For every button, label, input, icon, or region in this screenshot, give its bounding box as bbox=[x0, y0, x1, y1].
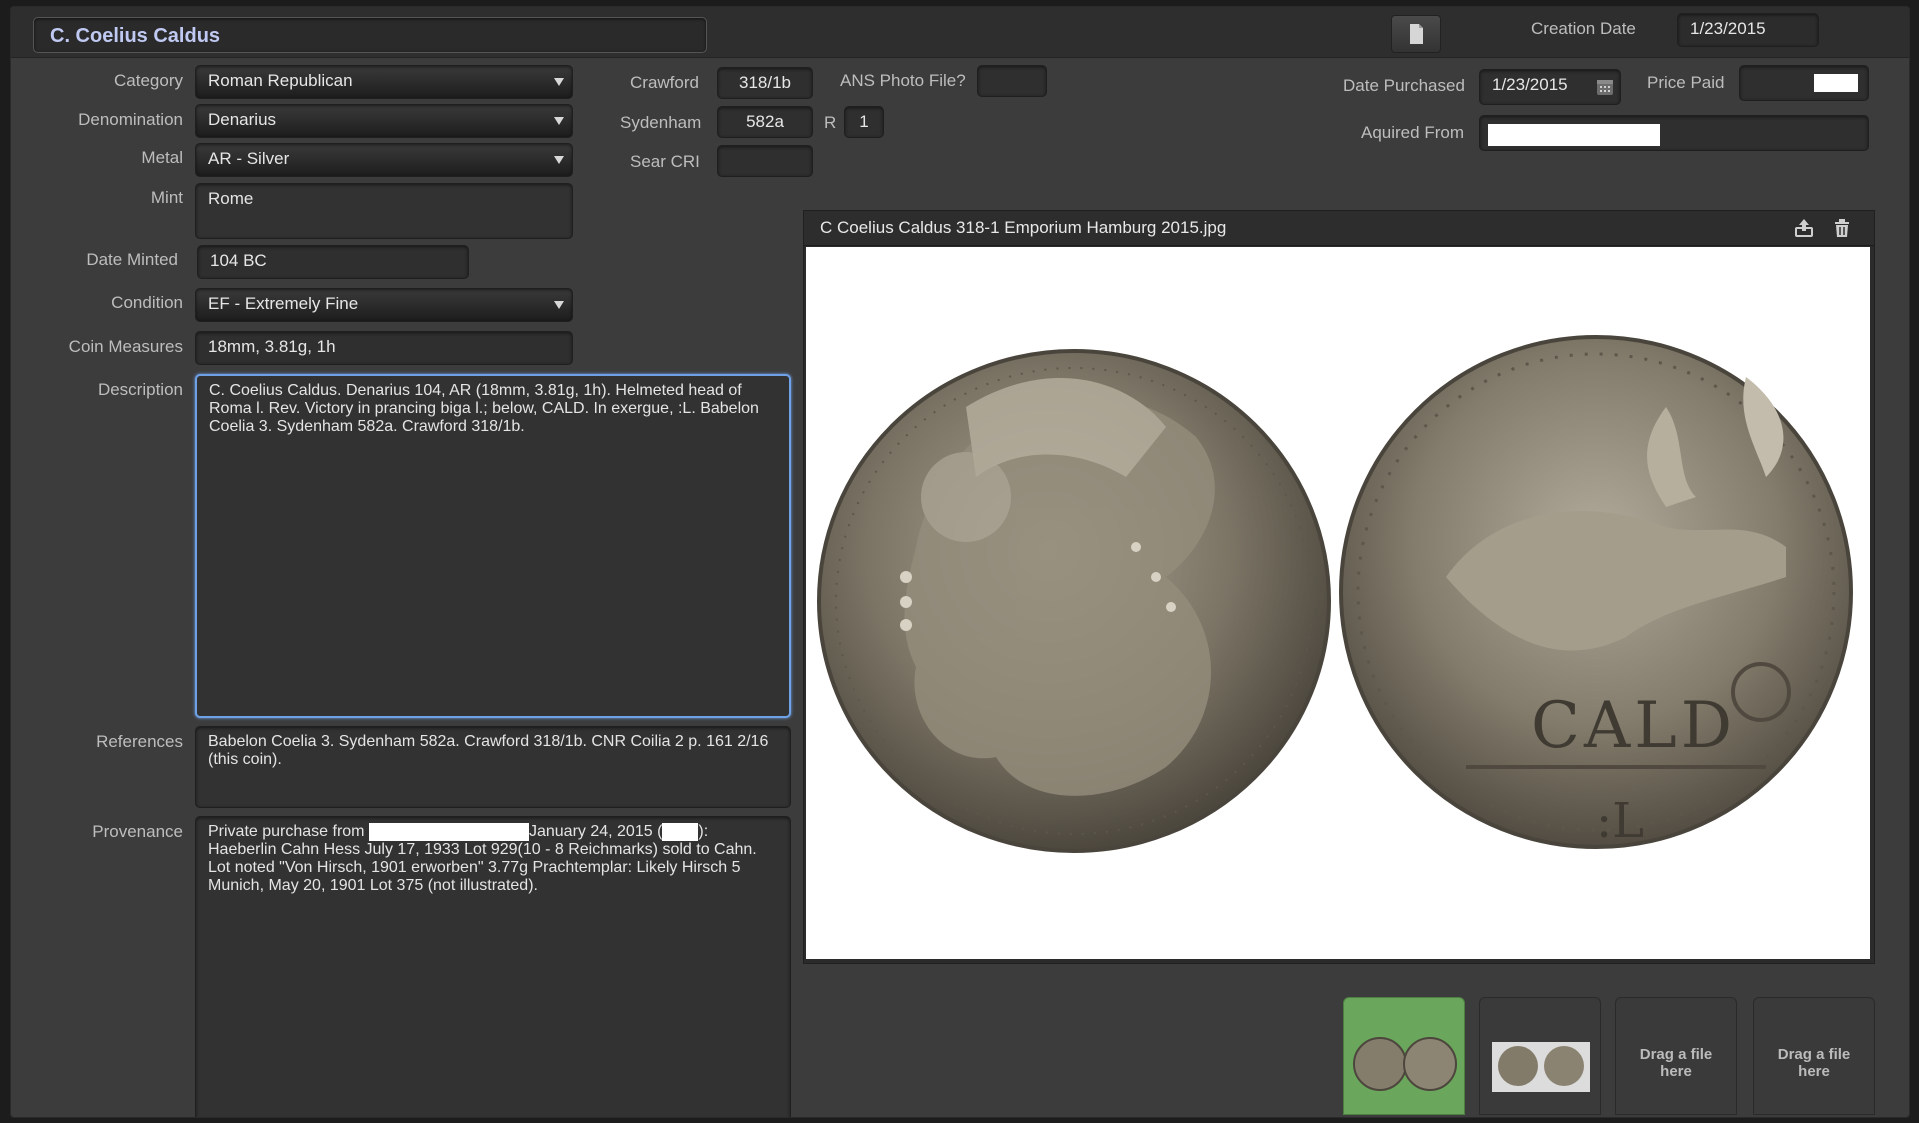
record-title: C. Coelius Caldus bbox=[50, 25, 221, 47]
acquired-from-label: Aquired From bbox=[1361, 123, 1464, 142]
category-value: Roman Republican bbox=[208, 71, 353, 90]
trash-icon[interactable] bbox=[1830, 216, 1854, 240]
reverse-exergue: :L bbox=[1596, 793, 1644, 849]
coin-measures-value: 18mm, 3.81g, 1h bbox=[208, 337, 336, 356]
ans-photo-file-label: ANS Photo File? bbox=[840, 71, 966, 90]
description-textarea[interactable]: C. Coelius Caldus. Denarius 104, AR (18m… bbox=[195, 374, 791, 718]
metal-label: Metal bbox=[141, 148, 183, 167]
condition-select[interactable]: EF - Extremely Fine bbox=[195, 288, 573, 322]
references-value: Babelon Coelia 3. Sydenham 582a. Crawfor… bbox=[208, 733, 769, 768]
coin-measures-field[interactable]: 18mm, 3.81g, 1h bbox=[195, 331, 573, 365]
condition-label: Condition bbox=[111, 293, 183, 312]
date-purchased-value: 1/23/2015 bbox=[1492, 75, 1568, 94]
creation-date-value: 1/23/2015 bbox=[1690, 19, 1766, 38]
chevron-down-icon bbox=[554, 301, 564, 309]
denomination-label: Denomination bbox=[78, 110, 183, 129]
metal-value: AR - Silver bbox=[208, 149, 290, 168]
sydenham-value: 582a bbox=[746, 112, 784, 131]
thumbnail-1[interactable] bbox=[1343, 997, 1465, 1115]
rarity-label: R bbox=[824, 113, 837, 132]
denomination-value: Denarius bbox=[208, 110, 277, 129]
crawford-label: Crawford bbox=[630, 73, 699, 92]
coin-obverse bbox=[817, 349, 1331, 853]
coin-thumbnail bbox=[1353, 1037, 1457, 1091]
provenance-text-2: January 24, 2015 ( bbox=[528, 823, 663, 841]
crawford-field[interactable]: 318/1b bbox=[717, 67, 813, 99]
redacted-seller-name bbox=[368, 823, 529, 841]
image-filename: C Coelius Caldus 318-1 Emporium Hamburg … bbox=[820, 218, 1227, 237]
condition-value: EF - Extremely Fine bbox=[208, 294, 359, 313]
document-icon bbox=[1410, 24, 1423, 44]
coin-photo: CALD :L bbox=[817, 335, 1853, 853]
mint-label: Mint bbox=[150, 188, 183, 207]
category-select[interactable]: Roman Republican bbox=[195, 65, 573, 99]
mint-value: Rome bbox=[208, 189, 254, 208]
record-window: C. Coelius Caldus Creation Date 1/23/201… bbox=[10, 6, 1910, 1118]
category-label: Category bbox=[114, 71, 183, 90]
date-minted-label: Date Minted bbox=[86, 250, 178, 269]
export-icon[interactable] bbox=[1792, 216, 1816, 240]
thumbnail-2[interactable] bbox=[1479, 997, 1601, 1115]
sear-cri-label: Sear CRI bbox=[630, 152, 700, 171]
drop-zone-1[interactable]: Drag a file here bbox=[1615, 997, 1737, 1115]
date-minted-value: 104 BC bbox=[210, 251, 267, 270]
date-purchased-field[interactable]: 1/23/2015 bbox=[1479, 69, 1621, 105]
ans-photo-file-field[interactable] bbox=[977, 65, 1047, 97]
sydenham-field[interactable]: 582a bbox=[717, 106, 813, 138]
chevron-down-icon bbox=[554, 117, 564, 125]
creation-date-label: Creation Date bbox=[1531, 19, 1636, 38]
calendar-icon[interactable] bbox=[1596, 78, 1614, 96]
image-viewer-header: C Coelius Caldus 318-1 Emporium Hamburg … bbox=[804, 211, 1874, 246]
drop-zone-label: Drag a file here bbox=[1777, 1046, 1851, 1080]
mint-field[interactable]: Rome bbox=[195, 183, 573, 239]
date-purchased-label: Date Purchased bbox=[1343, 76, 1465, 95]
description-value: C. Coelius Caldus. Denarius 104, AR (18m… bbox=[209, 382, 759, 435]
references-label: References bbox=[96, 732, 183, 751]
date-minted-field[interactable]: 104 BC bbox=[197, 245, 469, 279]
coin-thumbnail bbox=[1492, 1042, 1590, 1092]
reverse-legend: CALD bbox=[1531, 689, 1736, 763]
drop-zone-label: Drag a file here bbox=[1639, 1046, 1713, 1080]
price-paid-label: Price Paid bbox=[1647, 73, 1725, 92]
crawford-value: 318/1b bbox=[739, 73, 791, 92]
metal-select[interactable]: AR - Silver bbox=[195, 143, 573, 177]
redacted-price bbox=[662, 823, 699, 841]
sear-cri-field[interactable] bbox=[717, 145, 813, 177]
coin-reverse: CALD :L bbox=[1339, 335, 1853, 849]
coin-image: CALD :L bbox=[806, 247, 1870, 959]
drop-zone-2[interactable]: Drag a file here bbox=[1753, 997, 1875, 1115]
redacted-acquired-from bbox=[1488, 124, 1660, 146]
description-label: Description bbox=[97, 380, 183, 399]
price-paid-field[interactable] bbox=[1739, 65, 1869, 101]
rarity-value: 1 bbox=[859, 112, 869, 131]
coin-measures-label: Coin Measures bbox=[68, 337, 183, 356]
sydenham-label: Sydenham bbox=[620, 113, 702, 132]
chevron-down-icon bbox=[554, 156, 564, 164]
references-textarea[interactable]: Babelon Coelia 3. Sydenham 582a. Crawfor… bbox=[195, 726, 791, 808]
provenance-label: Provenance bbox=[92, 822, 183, 841]
rarity-field[interactable]: 1 bbox=[844, 106, 884, 138]
record-header-bar: C. Coelius Caldus Creation Date 1/23/201… bbox=[11, 7, 1909, 58]
image-viewer: C Coelius Caldus 318-1 Emporium Hamburg … bbox=[803, 210, 1875, 964]
acquired-from-field[interactable] bbox=[1479, 115, 1869, 151]
record-title-field[interactable]: C. Coelius Caldus bbox=[33, 17, 707, 53]
document-button[interactable] bbox=[1391, 15, 1441, 53]
denomination-select[interactable]: Denarius bbox=[195, 104, 573, 138]
creation-date-field[interactable]: 1/23/2015 bbox=[1677, 13, 1819, 47]
provenance-text-1: Private purchase from bbox=[208, 823, 365, 841]
chevron-down-icon bbox=[554, 78, 564, 86]
provenance-textarea[interactable]: Private purchase from January 24, 2015 (… bbox=[195, 816, 791, 1117]
redacted-price-paid bbox=[1814, 74, 1858, 92]
